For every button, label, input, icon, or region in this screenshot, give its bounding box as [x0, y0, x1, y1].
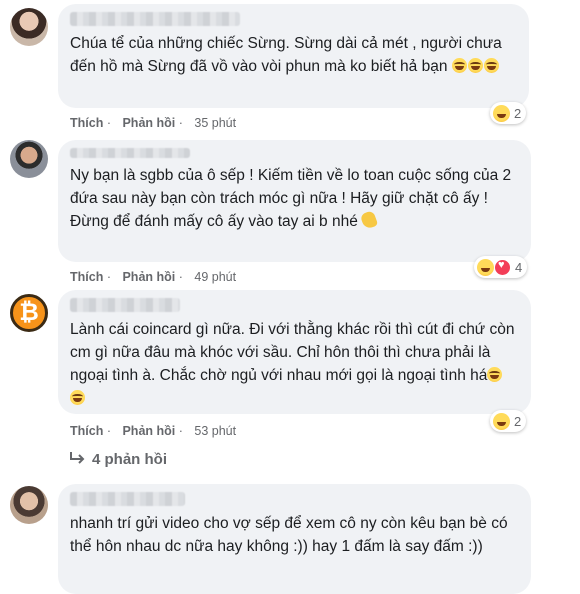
laughing-emoji-icon — [467, 58, 483, 73]
like-button[interactable]: Thích — [70, 116, 103, 130]
reply-button[interactable]: Phản hồi — [122, 424, 175, 438]
laughing-emoji-icon — [493, 104, 510, 122]
commenter-name[interactable] — [70, 12, 240, 26]
comment-actions: Thích · Phản hồi · 49 phút — [70, 270, 237, 284]
comment-text: Lành cái coincard gì nữa. Đi với thằng k… — [70, 318, 519, 410]
comment-bubble: Ny bạn là sgbb của ô sếp ! Kiếm tiền về … — [58, 140, 531, 262]
avatar[interactable] — [10, 8, 48, 46]
reply-button[interactable]: Phản hồi — [122, 270, 175, 284]
bitcoin-icon[interactable]: ₿ — [10, 294, 48, 332]
avatar[interactable] — [10, 486, 48, 524]
comment-bubble: Chúa tể của những chiếc Sừng. Sừng dài c… — [58, 4, 529, 108]
comment-text: Chúa tể của những chiếc Sừng. Sừng dài c… — [70, 35, 502, 75]
comment-bubble: Lành cái coincard gì nữa. Đi với thằng k… — [58, 290, 531, 414]
laughing-emoji-icon — [493, 412, 510, 430]
replies-count-label: 4 phản hồi — [92, 451, 167, 468]
timestamp[interactable]: 53 phút — [194, 424, 236, 438]
reaction-count: 4 — [515, 259, 523, 275]
laughing-emoji-icon — [487, 367, 503, 382]
avatar[interactable] — [10, 140, 48, 178]
reaction-summary[interactable]: 2 — [490, 410, 527, 432]
laughing-emoji-icon — [483, 58, 499, 73]
heart-reaction-icon — [494, 258, 511, 276]
comment-actions: Thích · Phản hồi · 53 phút — [70, 424, 237, 438]
like-button[interactable]: Thích — [70, 270, 103, 284]
flexed-arm-emoji-icon — [359, 210, 379, 230]
reaction-count: 2 — [514, 105, 522, 121]
commenter-name[interactable] — [70, 148, 190, 158]
commenter-name[interactable] — [70, 298, 180, 312]
comment-text: Ny bạn là sgbb của ô sếp ! Kiếm tiền về … — [70, 167, 512, 230]
commenter-name[interactable] — [70, 492, 185, 506]
laughing-emoji-icon — [70, 390, 85, 405]
reaction-summary[interactable]: 4 — [474, 256, 528, 278]
reaction-count: 2 — [514, 413, 522, 429]
laughing-emoji-icon — [451, 58, 467, 73]
comment-actions: Thích · Phản hồi · 35 phút — [70, 116, 237, 130]
laughing-emoji-icon — [477, 258, 494, 276]
timestamp[interactable]: 49 phút — [194, 270, 236, 284]
comment-text: nhanh trí gửi video cho vợ sếp để xem cô… — [70, 515, 508, 555]
like-button[interactable]: Thích — [70, 424, 103, 438]
reply-arrow-icon — [70, 452, 85, 464]
timestamp[interactable]: 35 phút — [194, 116, 236, 130]
reaction-summary[interactable]: 2 — [490, 102, 527, 124]
view-replies-link[interactable]: 4 phản hồi — [68, 451, 167, 468]
reply-button[interactable]: Phản hồi — [122, 116, 175, 130]
comment-bubble: nhanh trí gửi video cho vợ sếp để xem cô… — [58, 484, 531, 594]
